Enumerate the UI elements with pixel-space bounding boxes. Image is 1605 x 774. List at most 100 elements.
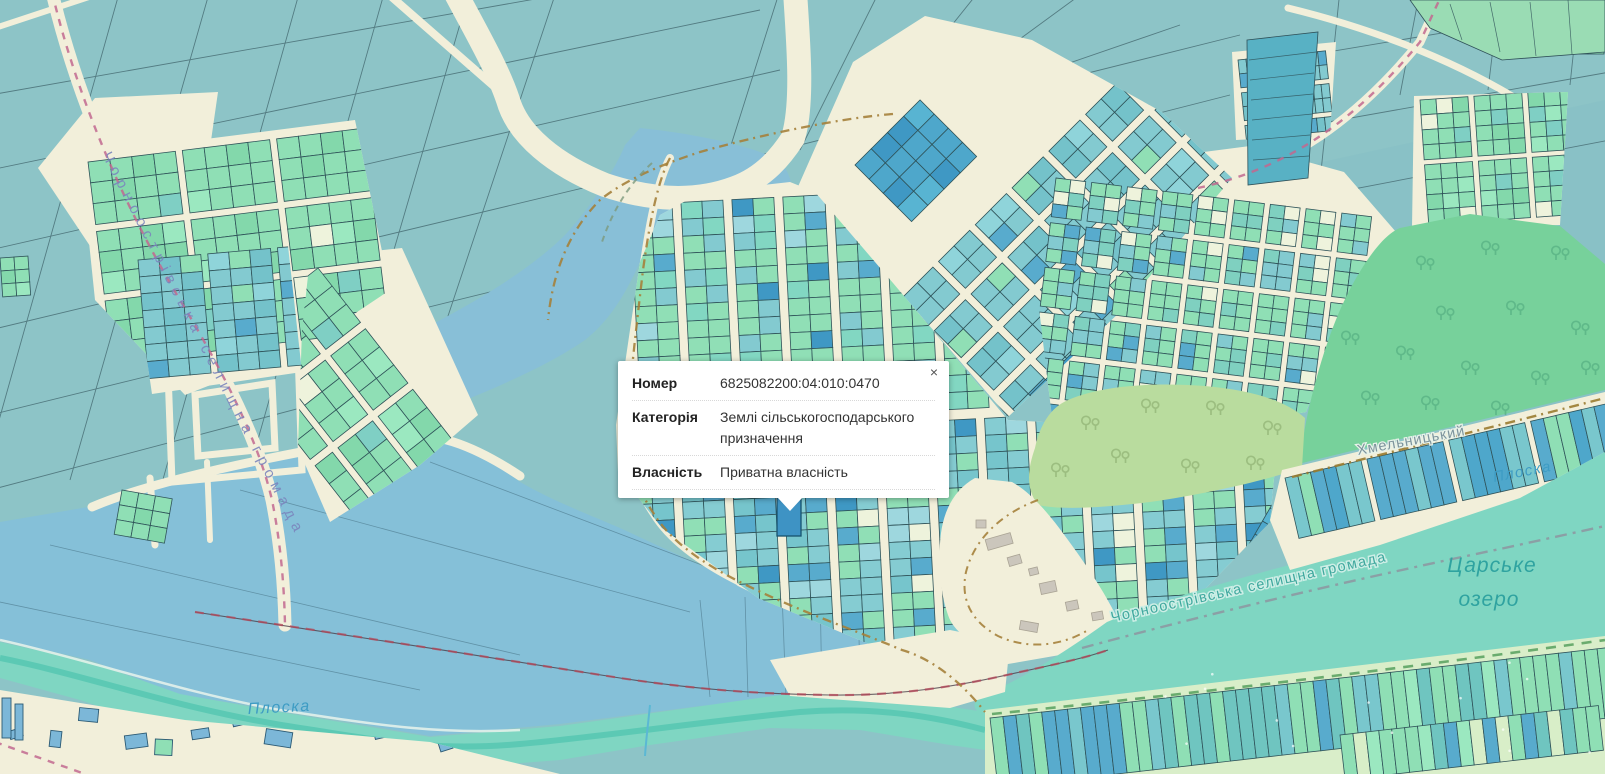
parcel[interactable] [1232,336,1248,351]
parcel[interactable] [1456,161,1473,177]
parcel[interactable] [1115,276,1131,291]
parcel[interactable] [1156,236,1172,251]
parcel[interactable] [230,267,252,286]
parcel[interactable] [1200,300,1216,315]
parcel[interactable] [787,281,809,299]
parcel[interactable] [985,417,1007,435]
parcel[interactable] [735,249,757,267]
parcel[interactable] [1078,285,1094,300]
parcel[interactable] [1508,123,1525,139]
parcel[interactable] [1266,353,1282,368]
parcel[interactable] [1144,338,1160,353]
parcel[interactable] [1094,565,1116,583]
parcel[interactable] [887,507,909,525]
parcel[interactable] [1492,124,1509,140]
parcel[interactable] [1303,345,1319,360]
parcel[interactable] [1300,370,1316,385]
parcel[interactable] [1230,226,1246,241]
parcel[interactable] [1213,360,1229,375]
parcel[interactable] [233,301,255,320]
parcel[interactable] [1491,109,1508,125]
parcel[interactable] [913,608,935,626]
parcel[interactable] [1179,342,1195,357]
parcel[interactable] [301,154,325,178]
parcel[interactable] [1533,171,1550,187]
parcel[interactable] [1164,295,1180,310]
parcel[interactable] [1305,209,1321,224]
parcel[interactable] [702,200,724,218]
parcel[interactable] [738,317,760,335]
parcel[interactable] [1354,228,1370,243]
parcel[interactable] [1425,164,1442,180]
parcel[interactable] [1072,329,1088,344]
parcel[interactable] [654,254,676,272]
parcel[interactable] [251,265,273,284]
parcel[interactable] [888,524,910,542]
parcel[interactable] [142,309,164,328]
parcel[interactable] [282,178,306,202]
parcel[interactable] [1074,316,1090,331]
parcel[interactable] [1042,280,1058,295]
parcel[interactable] [1534,186,1551,202]
parcel[interactable] [862,611,884,629]
parcel[interactable] [1053,191,1069,206]
parcel[interactable] [1301,235,1317,250]
parcel[interactable] [838,278,860,296]
parcel[interactable] [323,152,347,176]
parcel[interactable] [653,237,675,255]
parcel[interactable] [1145,562,1167,580]
parcel[interactable] [1307,313,1323,328]
parcel[interactable] [1224,270,1240,285]
parcel[interactable] [1103,197,1119,212]
parcel[interactable] [688,337,710,355]
parcel[interactable] [1337,239,1353,254]
parcel[interactable] [655,271,677,289]
parcel[interactable] [250,248,272,267]
parcel[interactable] [1114,547,1136,565]
parcel[interactable] [1089,318,1105,333]
parcel[interactable] [1181,330,1197,345]
parcel[interactable] [1215,507,1237,525]
parcel[interactable] [1166,561,1188,579]
parcel[interactable] [913,591,935,609]
parcel[interactable] [1547,135,1564,151]
parcel[interactable] [1089,195,1105,210]
parcel[interactable] [144,326,166,345]
parcel[interactable] [1151,280,1167,295]
parcel[interactable] [1067,374,1083,389]
parcel[interactable] [1498,204,1515,220]
parcel[interactable] [1494,159,1511,175]
parcel[interactable] [783,196,805,214]
parcel[interactable] [1046,248,1062,263]
parcel[interactable] [1237,291,1253,306]
parcel[interactable] [1258,294,1274,309]
parcel[interactable] [154,151,178,175]
parcel[interactable] [840,578,862,596]
parcel[interactable] [789,581,811,599]
parcel[interactable] [790,332,812,350]
parcel[interactable] [1493,139,1510,155]
parcel[interactable] [1190,253,1206,268]
parcel[interactable] [759,316,781,334]
parcel[interactable] [1058,269,1074,284]
parcel[interactable] [1263,249,1279,264]
parcel[interactable] [837,527,859,545]
parcel[interactable] [1047,236,1063,251]
parcel[interactable] [811,597,833,615]
parcel[interactable] [1267,340,1283,355]
parcel[interactable] [908,506,930,524]
parcel[interactable] [1266,230,1282,245]
parcel[interactable] [1053,314,1069,329]
parcel[interactable] [1453,112,1470,128]
parcel[interactable] [351,198,375,222]
parcel[interactable] [1495,174,1512,190]
parcel[interactable] [1121,348,1137,363]
parcel[interactable] [784,213,806,231]
parcel[interactable] [893,343,915,361]
parcel[interactable] [687,320,709,338]
parcel[interactable] [165,324,187,343]
parcel[interactable] [1459,191,1476,207]
parcel[interactable] [1510,158,1527,174]
parcel[interactable] [891,309,913,327]
parcel[interactable] [1061,250,1077,265]
